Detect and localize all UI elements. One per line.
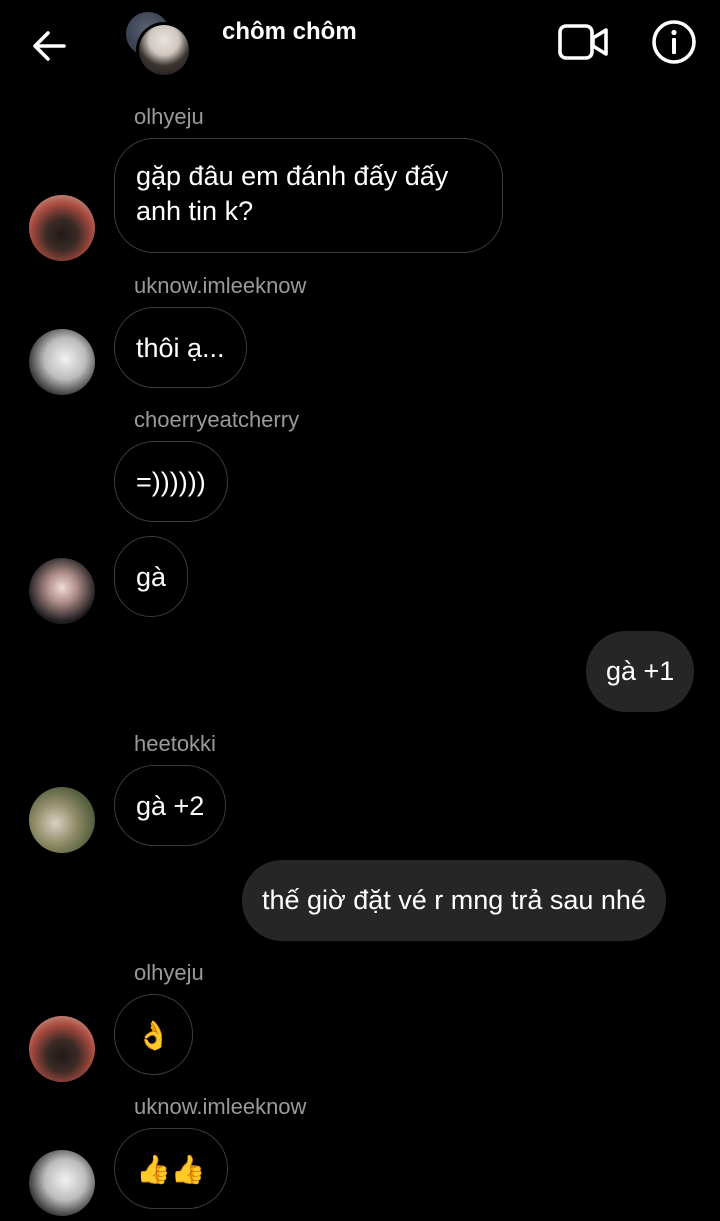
message-bubble[interactable]: gà +2 [114,765,227,846]
group-avatar-front [136,22,192,78]
message-bubble[interactable]: =)))))) [114,441,228,522]
message-bubble[interactable]: gặp đâu em đánh đấy đấy anh tin k? [114,138,503,253]
message-text: gặp đâu em đánh đấy đấy [136,161,449,191]
message-bubble[interactable]: 👌 [114,994,193,1075]
video-call-button[interactable] [556,20,610,64]
avatar-uknow-imleeknow[interactable] [29,1150,95,1216]
outgoing-message-bubble[interactable]: thế giờ đặt vé r mng trả sau nhé [242,860,666,941]
avatar-uknow-imleeknow[interactable] [29,329,95,395]
info-icon [652,20,696,64]
message-text: =)))))) [136,467,206,497]
message-bubble[interactable]: 👍👍 [114,1128,228,1209]
outgoing-message-bubble[interactable]: gà +1 [586,631,695,712]
thumbs-up-emoji: 👍👍 [136,1154,206,1185]
arrow-left-icon [33,31,66,61]
message-text: gà [136,562,167,592]
sender-name: uknow.imleeknow [134,1094,307,1119]
info-button[interactable] [650,18,698,66]
back-button[interactable] [26,24,74,68]
message-text: anh tin k? [136,196,254,226]
message-text: gà +1 [606,656,675,686]
avatar-choerryeatcherry[interactable] [29,558,95,624]
message-bubble[interactable]: gà [114,536,189,617]
sender-name: olhyeju [134,104,204,129]
message-bubble[interactable]: thôi ạ... [114,307,247,388]
sender-name: choerryeatcherry [134,407,300,432]
video-call-icon [558,24,608,60]
group-avatar[interactable] [124,12,196,82]
avatar-heetokki[interactable] [29,787,95,853]
avatar-olhyeju[interactable] [29,195,95,261]
chat-title[interactable]: chôm chôm [222,18,357,46]
message-text: thôi ạ... [136,333,225,363]
sender-name: heetokki [134,731,216,756]
sender-name: uknow.imleeknow [134,273,307,298]
avatar-olhyeju[interactable] [29,1016,95,1082]
ok-hand-emoji: 👌 [136,1020,171,1051]
message-text: thế giờ đặt vé r mng trả sau nhé [262,885,646,915]
sender-name: olhyeju [134,960,204,985]
message-text: gà +2 [136,791,205,821]
